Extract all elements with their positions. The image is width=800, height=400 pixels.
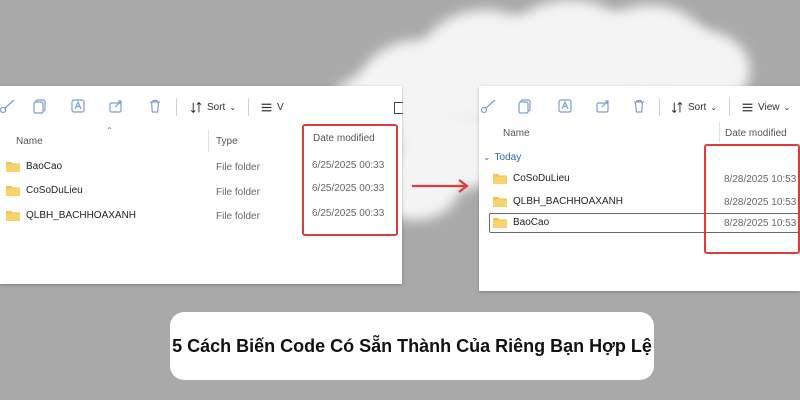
group-label: Today <box>494 152 522 163</box>
delete-icon[interactable] <box>631 98 647 114</box>
share-icon[interactable] <box>595 98 611 114</box>
file-type: File folder <box>216 162 260 173</box>
view-icon <box>742 103 753 111</box>
file-type: File folder <box>216 211 260 222</box>
column-divider[interactable] <box>719 122 720 142</box>
view-label: View <box>758 101 780 113</box>
column-header-type[interactable]: Type <box>216 136 238 147</box>
chevron-down-icon: ⌄ <box>483 152 491 162</box>
sort-arrow-icon: ⌃ <box>106 126 113 135</box>
sort-button[interactable]: Sort ⌄ <box>190 98 236 116</box>
file-name: QLBH_BACHHOAXANH <box>513 196 624 207</box>
folder-icon <box>6 211 20 221</box>
view-button[interactable]: View ⌄ <box>741 98 790 116</box>
column-header-name[interactable]: Name <box>503 128 530 139</box>
folder-icon <box>493 197 507 207</box>
date-highlight-box <box>704 144 800 254</box>
toolbar-divider <box>659 98 660 116</box>
chevron-down-icon: ⌄ <box>783 102 791 112</box>
column-header-date[interactable]: Date modified <box>725 128 787 139</box>
folder-icon <box>493 218 507 228</box>
file-name: BaoCao <box>26 161 63 172</box>
folder-icon <box>6 162 20 172</box>
right-explorer-window: Sort ⌄ View ⌄ Name Date modified ⌄ Today… <box>479 86 800 291</box>
copy-icon[interactable] <box>32 98 48 114</box>
left-explorer-window: Sort ⌄ V ⌃ Name Type Date modified BaoCa… <box>0 86 403 284</box>
folder-icon <box>6 186 20 196</box>
right-toolbar: Sort ⌄ View ⌄ <box>479 86 800 126</box>
toolbar-divider <box>729 98 730 116</box>
column-header-name[interactable]: Name <box>16 136 43 147</box>
sort-icon <box>671 101 683 113</box>
chevron-down-icon: ⌄ <box>710 102 718 112</box>
rename-icon[interactable] <box>557 98 573 114</box>
file-type: File folder <box>216 187 260 198</box>
sort-label: Sort <box>688 101 707 113</box>
view-button[interactable]: V <box>260 98 284 116</box>
window-edge-icon <box>394 102 403 114</box>
title-card: 5 Cách Biến Code Có Sẵn Thành Của Riêng … <box>170 312 654 380</box>
group-header-today[interactable]: ⌄ Today <box>483 152 521 163</box>
rename-icon[interactable] <box>70 98 86 114</box>
view-icon <box>261 103 272 111</box>
column-divider[interactable] <box>208 130 209 152</box>
file-name: CoSoDuLieu <box>26 185 83 196</box>
chevron-down-icon: ⌄ <box>229 102 237 112</box>
arrow-right-icon <box>412 179 469 193</box>
file-name: QLBH_BACHHOAXANH <box>26 210 137 221</box>
cut-icon[interactable] <box>0 98 16 114</box>
sort-button[interactable]: Sort ⌄ <box>671 98 717 116</box>
toolbar-divider <box>248 98 249 116</box>
sort-icon <box>190 101 202 113</box>
sort-label: Sort <box>207 101 226 113</box>
file-name: BaoCao <box>513 217 550 228</box>
copy-icon[interactable] <box>517 98 533 114</box>
folder-icon <box>493 174 507 184</box>
date-highlight-box <box>302 124 398 236</box>
view-label: V <box>277 101 284 113</box>
left-toolbar: Sort ⌄ V <box>0 86 403 126</box>
toolbar-divider <box>176 98 177 116</box>
share-icon[interactable] <box>108 98 124 114</box>
cut-icon[interactable] <box>481 98 497 114</box>
page-title: 5 Cách Biến Code Có Sẵn Thành Của Riêng … <box>172 335 652 356</box>
delete-icon[interactable] <box>147 98 163 114</box>
file-name: CoSoDuLieu <box>513 173 570 184</box>
